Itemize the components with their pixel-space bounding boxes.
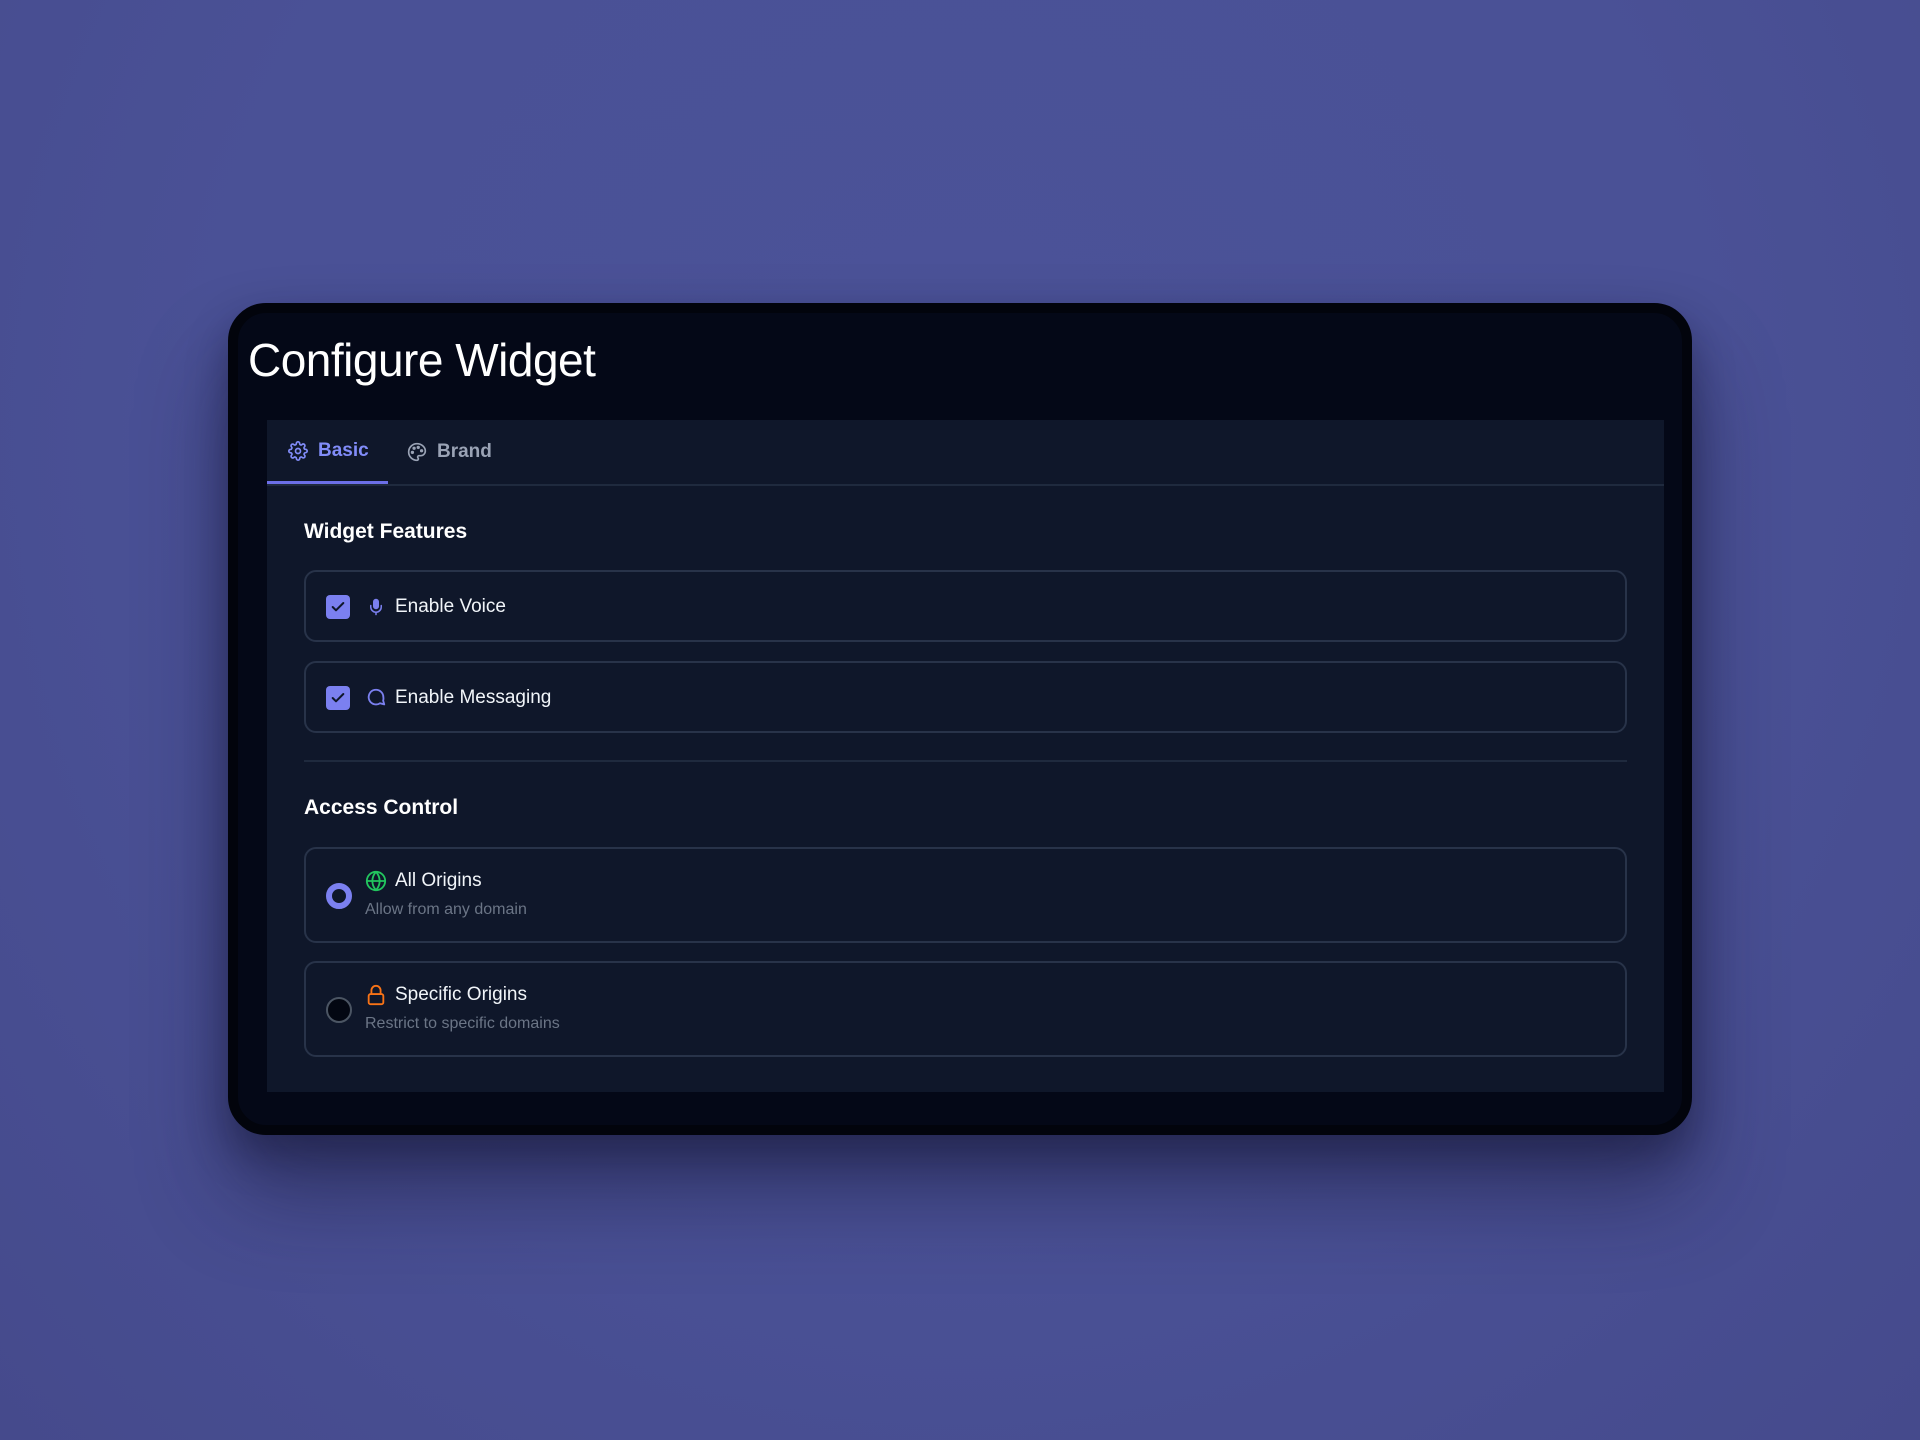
tab-bar: Basic Brand [267, 420, 1664, 486]
enable-messaging-option[interactable]: Enable Messaging [304, 661, 1627, 733]
enable-messaging-label: Enable Messaging [395, 687, 552, 708]
specific-origins-option[interactable]: Specific Origins Restrict to specific do… [304, 961, 1627, 1057]
tab-brand[interactable]: Brand [407, 420, 492, 484]
enable-messaging-checkbox[interactable] [326, 686, 350, 710]
all-origins-option[interactable]: All Origins Allow from any domain [304, 847, 1627, 943]
widget-features-heading: Widget Features [304, 520, 468, 543]
enable-voice-checkbox[interactable] [326, 595, 350, 619]
all-origins-label: All Origins [395, 870, 482, 891]
specific-origins-radio[interactable] [326, 997, 352, 1023]
enable-voice-option[interactable]: Enable Voice [304, 570, 1627, 642]
section-divider [304, 760, 1627, 762]
microphone-icon [364, 595, 388, 619]
settings-panel: Basic Brand Widget Features Enable Voice… [267, 420, 1664, 1092]
specific-origins-description: Restrict to specific domains [365, 1015, 560, 1032]
chat-bubble-icon [364, 686, 388, 710]
palette-icon [407, 442, 427, 462]
lock-icon [364, 983, 388, 1007]
specific-origins-label: Specific Origins [395, 984, 527, 1005]
checkmark-icon [331, 693, 345, 703]
tab-brand-label: Brand [437, 441, 492, 462]
globe-icon [364, 869, 388, 893]
page-title: Configure Widget [248, 334, 596, 386]
checkmark-icon [331, 602, 345, 612]
tab-basic-label: Basic [318, 439, 369, 461]
gear-icon [288, 440, 308, 461]
enable-voice-label: Enable Voice [395, 596, 506, 617]
all-origins-radio[interactable] [326, 883, 352, 909]
tab-basic[interactable]: Basic [267, 420, 388, 484]
access-control-heading: Access Control [304, 796, 459, 819]
configure-widget-window: Configure Widget Basic Brand Widget Feat… [228, 303, 1692, 1135]
all-origins-description: Allow from any domain [365, 901, 527, 918]
